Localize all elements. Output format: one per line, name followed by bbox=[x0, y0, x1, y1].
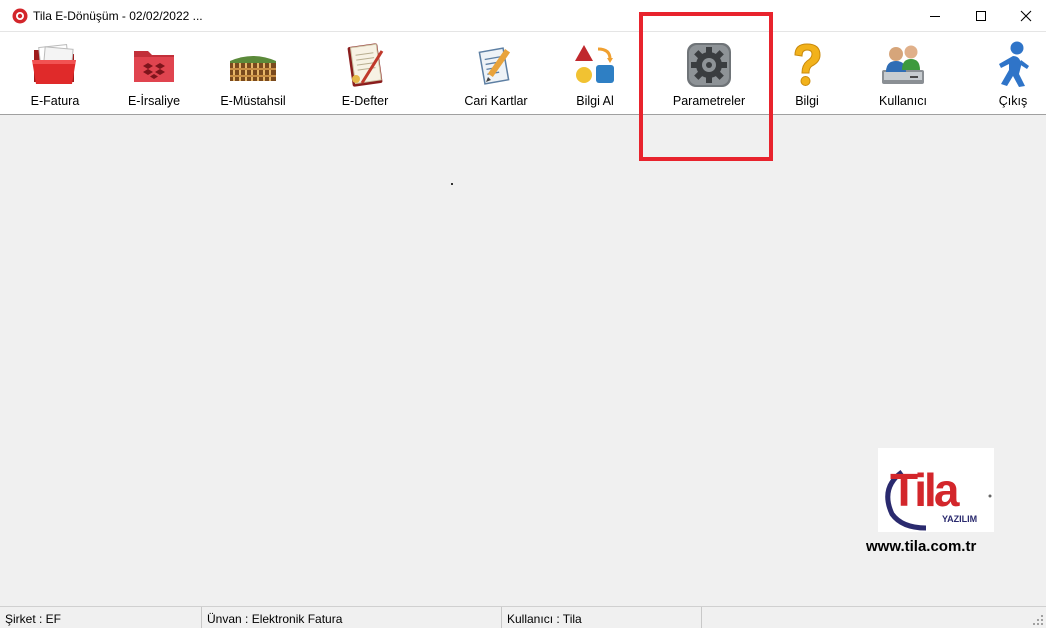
tila-logo: Tila YAZILIM bbox=[878, 448, 994, 532]
question-icon bbox=[781, 40, 833, 90]
toolbar-button-e-fatura[interactable]: E-Fatura bbox=[16, 32, 94, 115]
maximize-button[interactable] bbox=[958, 0, 1004, 31]
clipboard-pen-icon bbox=[470, 40, 522, 90]
status-company: Şirket : EF bbox=[0, 607, 202, 628]
resize-grip-icon[interactable] bbox=[1032, 614, 1044, 626]
toolbar-label-kullanici: Kullanıcı bbox=[879, 94, 927, 108]
toolbar-label-cari-kartlar: Cari Kartlar bbox=[464, 94, 528, 108]
toolbar-button-e-mustahsil[interactable]: E-Müstahsil bbox=[214, 32, 292, 115]
close-button[interactable] bbox=[1003, 0, 1046, 31]
svg-text:Tila: Tila bbox=[890, 464, 960, 516]
maximize-icon bbox=[976, 10, 986, 21]
highlight-annotation bbox=[639, 12, 773, 161]
dropbox-folder-icon bbox=[128, 40, 180, 90]
workspace-dot bbox=[451, 183, 453, 185]
status-title: Ünvan : Elektronik Fatura bbox=[202, 607, 502, 628]
ledger-book-icon bbox=[339, 40, 391, 90]
toolbar-label-bilgi: Bilgi bbox=[795, 94, 819, 108]
toolbar-button-e-defter[interactable]: E-Defter bbox=[326, 32, 404, 115]
title-bar: Tila E-Dönüşüm - 02/02/2022 ... bbox=[0, 0, 1046, 31]
svg-text:YAZILIM: YAZILIM bbox=[942, 514, 977, 524]
farm-field-icon bbox=[227, 40, 279, 90]
website-url[interactable]: www.tila.com.tr bbox=[866, 538, 976, 555]
toolbar-button-bilgi-al[interactable]: Bilgi Al bbox=[556, 32, 634, 115]
toolbar-label-e-defter: E-Defter bbox=[341, 94, 389, 108]
toolbar-button-e-irsaliye[interactable]: E-İrsaliye bbox=[115, 32, 193, 115]
app-logo-icon bbox=[12, 8, 28, 24]
users-icon bbox=[877, 40, 929, 90]
toolbar-label-e-fatura: E-Fatura bbox=[30, 94, 80, 108]
red-folder-icon bbox=[29, 40, 81, 90]
toolbar-button-cari-kartlar[interactable]: Cari Kartlar bbox=[456, 32, 536, 115]
toolbar-button-bilgi[interactable]: Bilgi bbox=[776, 32, 838, 115]
status-user: Kullanıcı : Tila bbox=[502, 607, 702, 628]
toolbar-label-cikis: Çıkış bbox=[998, 94, 1028, 108]
shapes-icon bbox=[569, 40, 621, 90]
minimize-icon bbox=[930, 15, 940, 17]
running-man-icon bbox=[987, 40, 1039, 90]
status-bar: Şirket : EF Ünvan : Elektronik Fatura Ku… bbox=[0, 606, 1046, 628]
toolbar-label-bilgi-al: Bilgi Al bbox=[576, 94, 614, 108]
minimize-button[interactable] bbox=[912, 0, 958, 31]
main-toolbar: E-Fatura E-İrsaliye E-Müstahsil E-Defter… bbox=[0, 31, 1046, 115]
toolbar-label-e-irsaliye: E-İrsaliye bbox=[127, 94, 181, 108]
close-icon bbox=[1020, 10, 1032, 21]
toolbar-label-e-mustahsil: E-Müstahsil bbox=[220, 94, 286, 108]
toolbar-button-kullanici[interactable]: Kullanıcı bbox=[863, 32, 943, 115]
window-title: Tila E-Dönüşüm - 02/02/2022 ... bbox=[33, 9, 203, 23]
toolbar-button-cikis[interactable]: Çıkış bbox=[982, 32, 1044, 115]
